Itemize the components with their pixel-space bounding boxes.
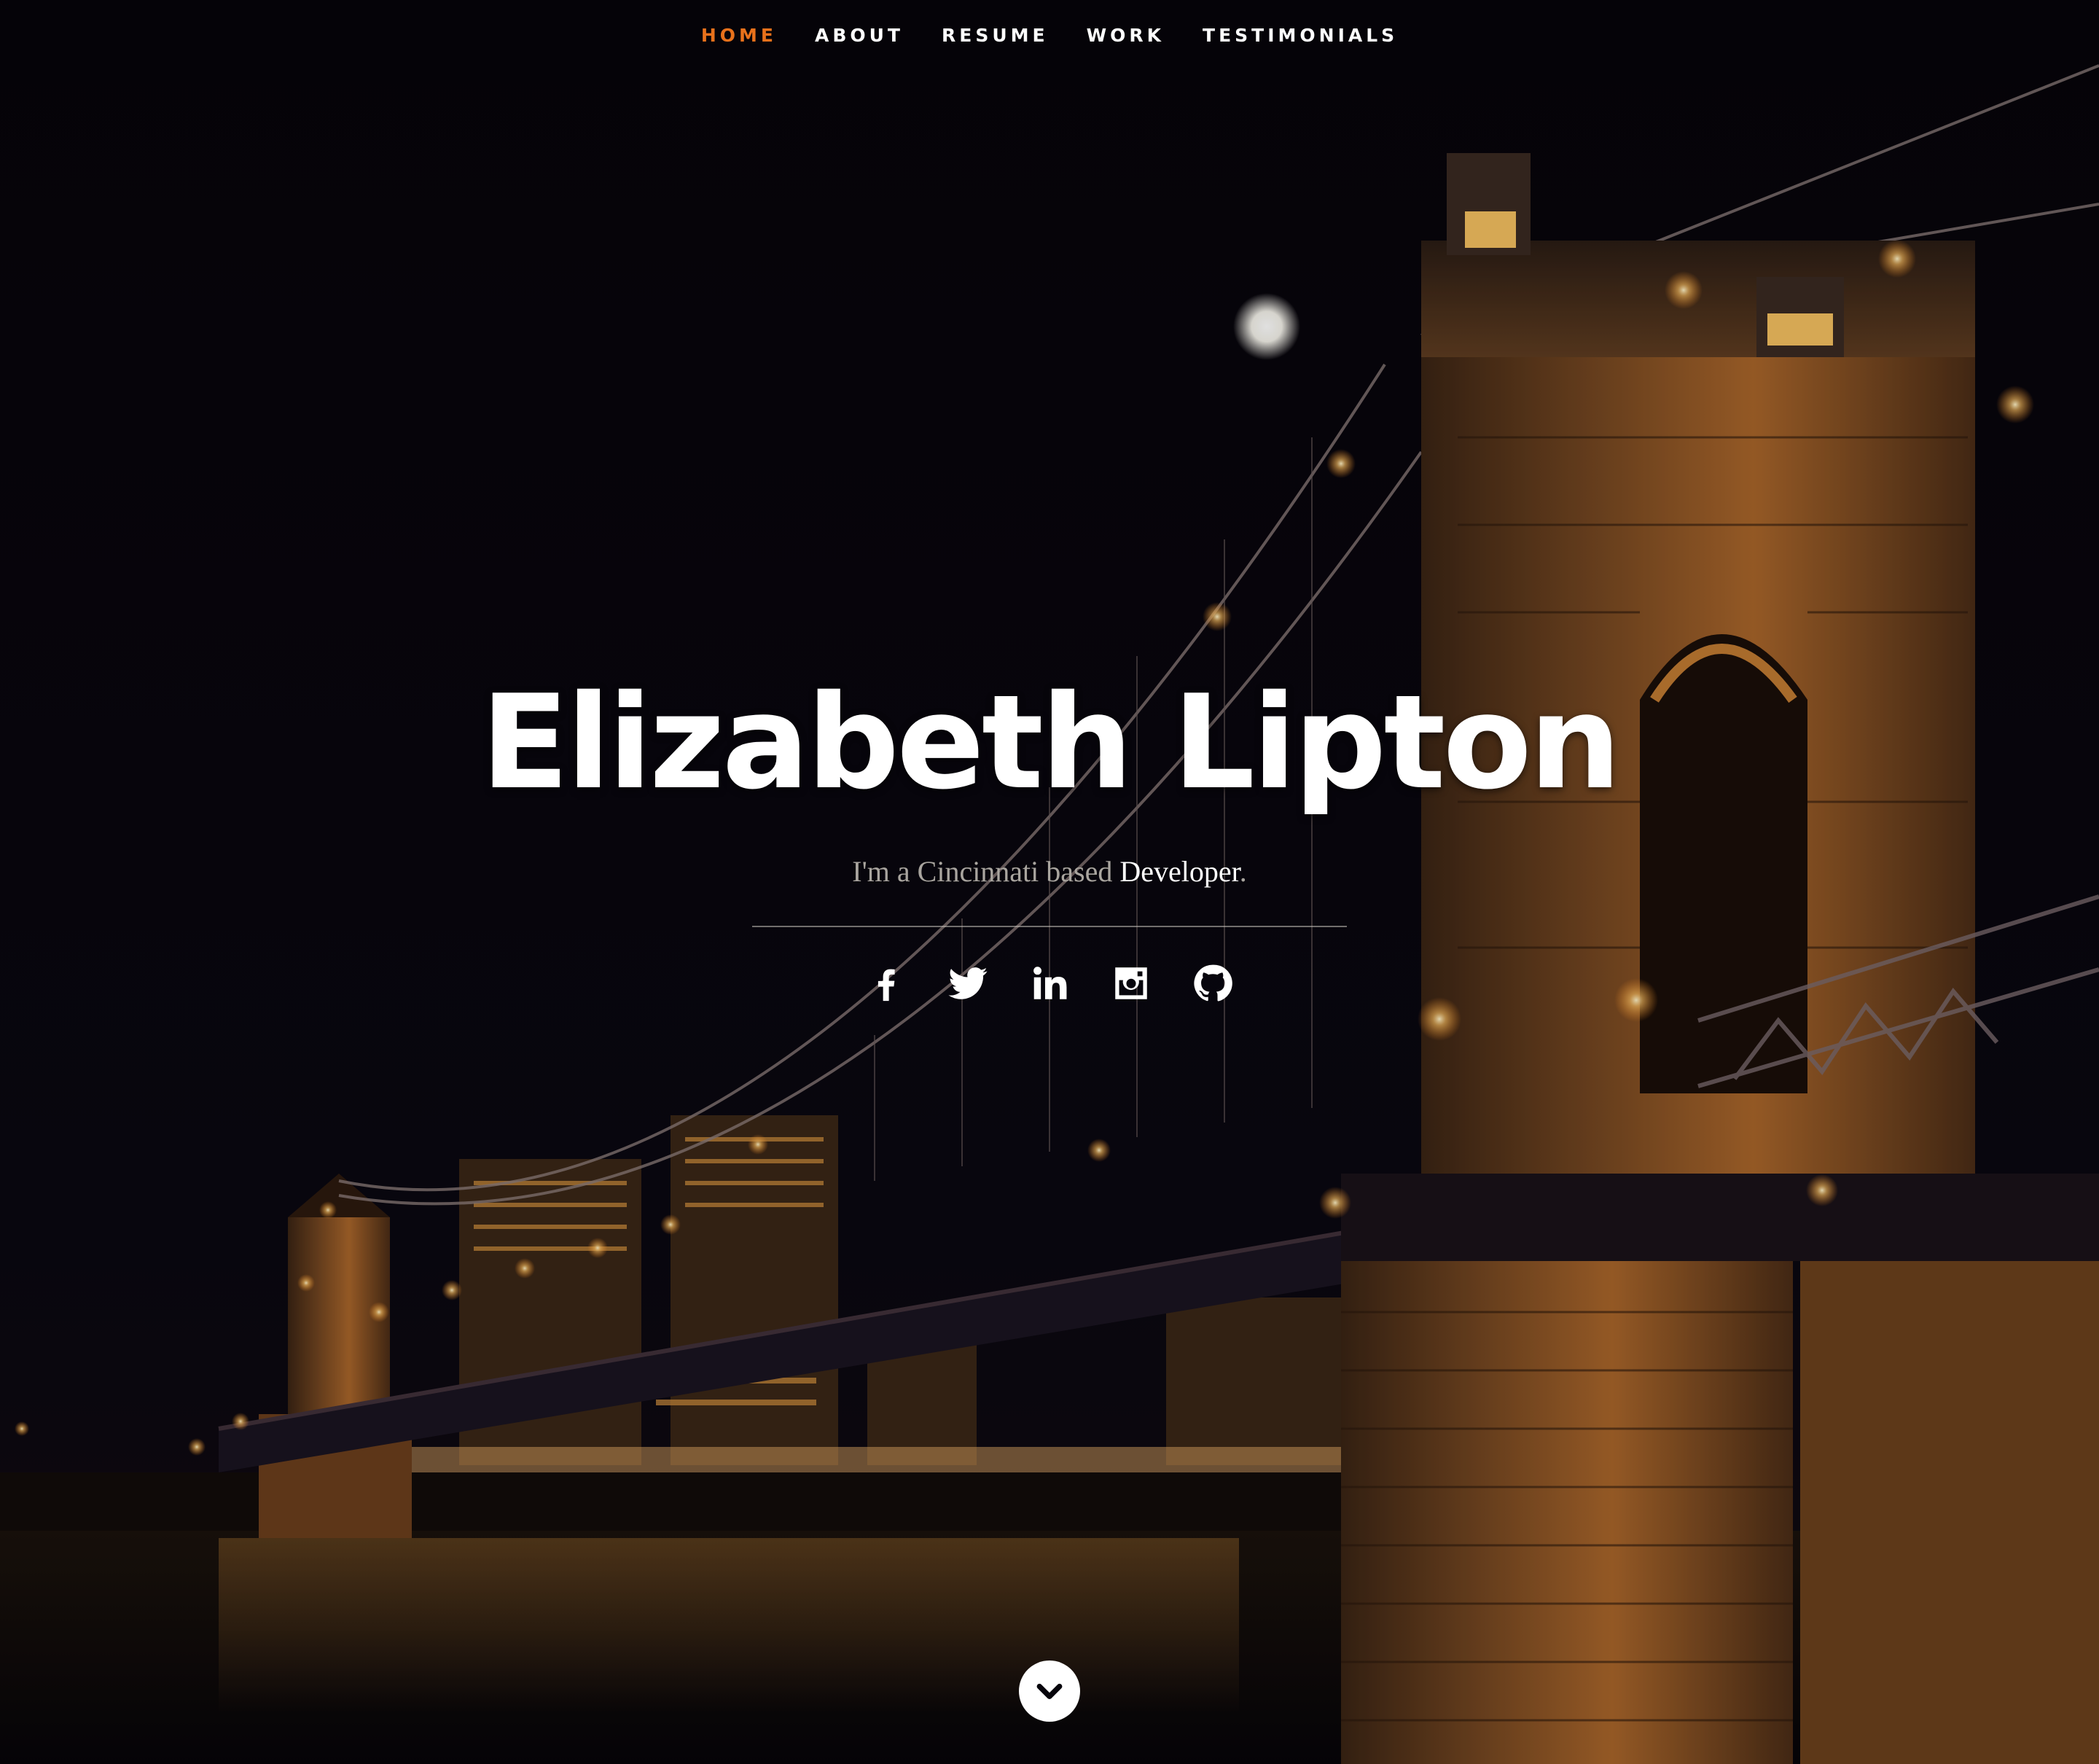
twitter-link[interactable] (945, 961, 990, 1006)
nav-item-work[interactable]: WORK (1068, 25, 1184, 46)
hero-tagline-role: Developer (1119, 855, 1240, 888)
hero-name: Elizabeth Lipton (480, 667, 1621, 818)
hero-tagline-suffix: . (1239, 855, 1247, 888)
facebook-icon (877, 969, 895, 1002)
hero-tagline: I'm a Cincinnati based Developer. (0, 854, 2099, 889)
nav-item-about[interactable]: ABOUT (796, 25, 923, 46)
scroll-down-button[interactable] (1019, 1660, 1080, 1722)
hero-tagline-prefix: I'm a Cincinnati based (852, 855, 1120, 888)
facebook-link[interactable] (864, 961, 909, 1006)
linkedin-link[interactable] (1027, 961, 1072, 1006)
social-links (0, 961, 2099, 1007)
nav-item-resume[interactable]: RESUME (923, 25, 1068, 46)
twitter-icon (948, 967, 988, 999)
nav-item-testimonials[interactable]: TESTIMONIALS (1184, 25, 1417, 46)
linkedin-icon (1033, 967, 1067, 999)
hero-divider (752, 926, 1347, 927)
chevron-down-icon (1036, 1683, 1063, 1699)
instagram-link[interactable] (1109, 961, 1154, 1006)
github-link[interactable] (1190, 961, 1235, 1006)
main-nav: HOME ABOUT RESUME WORK TESTIMONIALS (0, 0, 2099, 70)
nav-item-home[interactable]: HOME (682, 25, 796, 46)
instagram-icon (1115, 967, 1147, 999)
github-icon (1194, 964, 1232, 1002)
